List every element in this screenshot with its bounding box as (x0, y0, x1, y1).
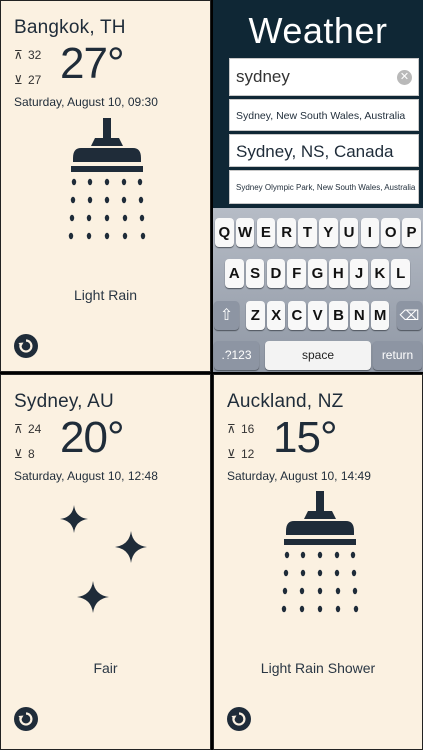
high-arrow-icon: ⊼ (227, 422, 236, 436)
app-title: Weather (248, 10, 388, 51)
key-m[interactable]: M (370, 301, 390, 330)
key-u[interactable]: U (339, 218, 359, 247)
refresh-icon[interactable] (14, 707, 38, 731)
key-a[interactable]: A (225, 259, 244, 288)
sparkle-icon (60, 505, 147, 613)
low-temp: ⊻ 12 (227, 447, 255, 461)
key-l[interactable]: L (391, 259, 410, 288)
low-temp: ⊻ 27 (14, 73, 42, 87)
key-p[interactable]: P (402, 218, 421, 247)
key-q[interactable]: Q (215, 218, 234, 247)
key-f[interactable]: F (287, 259, 306, 288)
key-h[interactable]: H (329, 259, 348, 288)
high-temp: ⊼ 24 (14, 422, 42, 436)
return-key[interactable]: return (373, 341, 422, 370)
low-arrow-icon: ⊻ (227, 447, 236, 461)
high-arrow-icon: ⊼ (14, 48, 23, 62)
space-key[interactable]: space (265, 341, 371, 370)
date-time: Saturday, August 10, 12:48 (14, 469, 158, 483)
low-arrow-icon: ⊻ (14, 447, 23, 461)
high-arrow-icon: ⊼ (14, 422, 23, 436)
key-b[interactable]: B (329, 301, 348, 330)
on-screen-keyboard: QWERTYUIOP ASDFGHJKL ZXCVBNM ⇧ ⌫ .?123 s… (213, 208, 423, 372)
key-e[interactable]: E (256, 218, 276, 247)
key-o[interactable]: O (381, 218, 400, 247)
backspace-key[interactable]: ⌫ (397, 301, 422, 330)
key-n[interactable]: N (350, 301, 369, 330)
city-name: Bangkok, TH (14, 17, 126, 38)
current-temp: 27° (60, 39, 125, 88)
weather-card-bangkok: Bangkok, TH ⊼ 32 ⊻ 27 27° Saturday, August… (0, 0, 211, 372)
key-i[interactable]: I (360, 218, 380, 247)
condition-label: Light Rain Shower (260, 660, 376, 676)
key-v[interactable]: V (308, 301, 327, 330)
current-temp: 20° (60, 413, 125, 462)
key-g[interactable]: G (308, 259, 327, 288)
refresh-icon[interactable] (227, 707, 251, 731)
condition-label: Fair (93, 660, 118, 676)
clear-icon[interactable]: ✕ (397, 70, 412, 85)
current-temp: 15° (273, 413, 338, 462)
suggestion-item[interactable]: Sydney, NS, Canada (229, 134, 419, 167)
key-d[interactable]: D (266, 259, 286, 288)
key-t[interactable]: T (298, 218, 317, 247)
city-name: Auckland, NZ (227, 391, 344, 412)
key-c[interactable]: C (287, 301, 307, 330)
key-w[interactable]: W (235, 218, 255, 247)
key-k[interactable]: K (370, 259, 390, 288)
search-field[interactable]: ✕ (229, 58, 419, 96)
weather-card-sydney: Sydney, AU ⊼ 24 ⊻ 8 20° Saturday, August 1… (0, 374, 211, 750)
shift-key[interactable]: ⇧ (214, 301, 239, 330)
key-x[interactable]: X (266, 301, 286, 330)
high-temp: ⊼ 32 (14, 48, 42, 62)
suggestion-item[interactable]: Sydney, New South Wales, Australia (229, 99, 419, 131)
key-j[interactable]: J (349, 259, 369, 288)
suggestion-item[interactable]: Sydney Olympic Park, New South Wales, Au… (229, 170, 419, 204)
low-arrow-icon: ⊻ (14, 73, 23, 87)
numbers-key[interactable]: .?123 (214, 341, 259, 370)
refresh-icon[interactable] (14, 334, 38, 358)
date-time: Saturday, August 10, 09:30 (14, 95, 158, 109)
shower-icon (68, 118, 146, 240)
search-input[interactable] (230, 59, 380, 95)
date-time: Saturday, August 10, 14:49 (227, 469, 371, 483)
weather-card-auckland: Auckland, NZ ⊼ 16 ⊻ 12 15° Saturday, Augus… (213, 374, 423, 750)
condition-label: Light Rain (73, 287, 138, 303)
city-name: Sydney, AU (14, 391, 114, 412)
search-panel: Weather ✕ Sydney, New South Wales, Austr… (213, 0, 423, 208)
key-r[interactable]: R (277, 218, 296, 247)
key-s[interactable]: S (245, 259, 265, 288)
key-z[interactable]: Z (246, 301, 265, 330)
low-temp: ⊻ 8 (14, 447, 35, 461)
high-temp: ⊼ 16 (227, 422, 255, 436)
shower-icon (281, 491, 359, 613)
key-y[interactable]: Y (319, 218, 338, 247)
